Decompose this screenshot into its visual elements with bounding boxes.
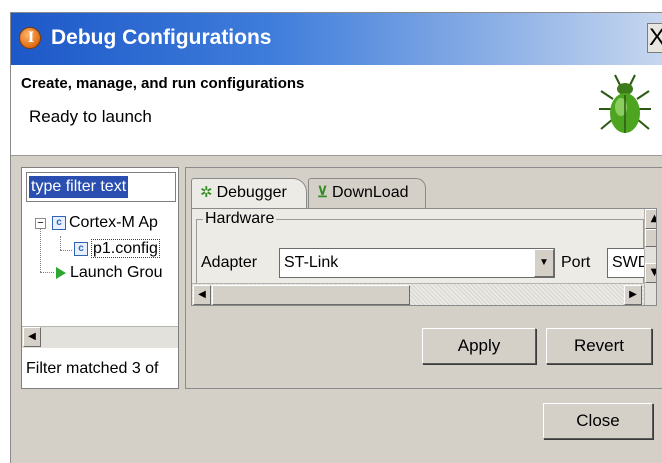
tree-item-label: Cortex-M Ap	[69, 214, 158, 231]
scroll-left-button[interactable]: ◀	[23, 327, 41, 347]
c-config-icon: c	[52, 215, 66, 230]
filter-input-text[interactable]: type filter text	[29, 176, 129, 198]
debugger-tab-content: Hardware Adapter ST-Link ▼ Port SWD ▼ ◀ …	[191, 208, 657, 306]
adapter-label: Adapter	[201, 254, 258, 271]
download-icon: ⊻	[317, 184, 328, 201]
tab-download[interactable]: ⊻ DownLoad	[308, 178, 426, 208]
play-icon	[56, 266, 66, 279]
collapse-icon[interactable]: −	[35, 218, 46, 229]
editor-vertical-scrollbar[interactable]: ▲ ▼	[644, 209, 656, 305]
bug-gear-icon: ✲	[200, 184, 213, 201]
header-title: Create, manage, and run configurations	[21, 75, 305, 92]
header-message: Ready to launch	[29, 107, 152, 126]
tree-item-label: p1.config	[91, 239, 160, 258]
debug-configurations-window: I Debug Configurations X Create, manage,…	[10, 12, 662, 463]
apply-button[interactable]: Apply	[422, 328, 536, 364]
configuration-editor-panel: ✲ Debugger ⊻ DownLoad Hardware Adapter ST-…	[185, 167, 662, 389]
scroll-down-button[interactable]: ▼	[645, 263, 656, 283]
port-label: Port	[561, 254, 591, 271]
scroll-thumb[interactable]	[212, 285, 410, 305]
bug-icon	[599, 74, 651, 133]
tree-item-cortex-m[interactable]: c Cortex-M Ap	[52, 211, 158, 235]
app-icon: I	[19, 27, 41, 49]
tree-item-launch-group[interactable]: Launch Grou	[56, 261, 163, 285]
tree-item-p1-config[interactable]: c p1.config	[74, 237, 160, 261]
close-window-button[interactable]: X	[647, 23, 662, 53]
dialog-header: Create, manage, and run configurations R…	[11, 65, 662, 156]
tab-debugger[interactable]: ✲ Debugger	[191, 178, 307, 208]
filter-input[interactable]: type filter text	[26, 172, 176, 202]
filter-status: Filter matched 3 of	[26, 360, 159, 377]
title-bar[interactable]: I Debug Configurations X	[11, 13, 662, 65]
hardware-group-label: Hardware	[203, 210, 277, 228]
editor-horizontal-scrollbar[interactable]: ◀ ▶	[192, 283, 644, 305]
c-config-icon: c	[74, 241, 88, 256]
scroll-up-button[interactable]: ▲	[645, 209, 656, 229]
scroll-left-button[interactable]: ◀	[193, 285, 211, 305]
configuration-tree-panel: type filter text − c Cortex-M Ap c p1.conf…	[21, 167, 179, 389]
adapter-select[interactable]: ST-Link ▼	[279, 248, 555, 278]
window-title: Debug Configurations	[51, 26, 272, 49]
chevron-down-icon[interactable]: ▼	[534, 249, 554, 277]
tree-horizontal-scrollbar[interactable]: ◀	[22, 326, 178, 348]
scroll-right-button[interactable]: ▶	[624, 285, 642, 305]
tree-item-label: Launch Grou	[70, 264, 163, 281]
revert-button[interactable]: Revert	[546, 328, 652, 364]
scroll-thumb[interactable]	[645, 229, 656, 247]
close-button[interactable]: Close	[543, 403, 653, 439]
